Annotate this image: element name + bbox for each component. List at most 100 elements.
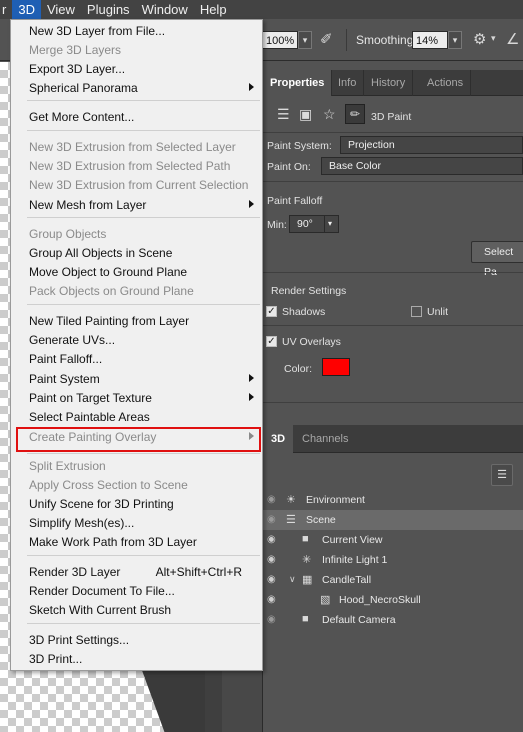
divider [263, 402, 523, 403]
divider [263, 272, 523, 273]
properties-tabs: Properties Info History Actions [263, 70, 523, 96]
tree-row-default-camera[interactable]: ◉ ■ Default Camera [263, 610, 523, 630]
tree-row-current-view[interactable]: ◉ ■ Current View [263, 530, 523, 550]
menubar-item-view[interactable]: View [41, 0, 81, 19]
menu-item-label: Paint Falloff... [29, 352, 103, 366]
menubar-item-help[interactable]: Help [194, 0, 233, 19]
flow-dropdown[interactable]: ▾ [298, 31, 312, 49]
menu-item-render-3d-layer[interactable]: Render 3D Layer Alt+Shift+Ctrl+R [11, 563, 262, 582]
unlit-label: Unlit [427, 306, 449, 318]
brush-icon[interactable]: ✏ [345, 104, 365, 124]
menu-item-generate-uvs[interactable]: Generate UVs... [11, 331, 262, 350]
tab-3d[interactable]: 3D [263, 425, 294, 453]
menubar-item-window[interactable]: Window [136, 0, 194, 19]
menu-item-label: New 3D Extrusion from Current Selection [29, 178, 249, 192]
tree-row-scene[interactable]: ◉ ☰ Scene [263, 510, 523, 530]
menu-item-label: Simplify Mesh(es)... [29, 516, 135, 530]
menu-item-simplify-meshes[interactable]: Simplify Mesh(es)... [11, 514, 262, 533]
menu-item-render-document-to-file[interactable]: Render Document To File... [11, 582, 262, 601]
visibility-eye-icon[interactable]: ◉ [267, 574, 276, 585]
threed-panel: 3D Channels ☰ ◉ ☀ Environment ◉ ☰ Scene … [263, 425, 523, 732]
tree-label: CandleTall [322, 574, 372, 586]
menu-item-label: 3D Print Settings... [29, 633, 130, 647]
visibility-eye-icon[interactable]: ◉ [267, 534, 276, 545]
menu-item-paint-falloff[interactable]: Paint Falloff... [11, 350, 262, 369]
camera-icon: ■ [302, 533, 309, 545]
menu-item-3d-print-settings[interactable]: 3D Print Settings... [11, 631, 262, 650]
menu-item-paint-system[interactable]: Paint System [11, 370, 262, 389]
menu-item-spherical-panorama[interactable]: Spherical Panorama [11, 79, 262, 98]
menu-item-export-3d-layer[interactable]: Export 3D Layer... [11, 60, 262, 79]
menu-item-new-3d-layer-from-file[interactable]: New 3D Layer from File... [11, 22, 262, 41]
submenu-arrow-icon [249, 83, 254, 91]
angle-icon[interactable]: ∠ [506, 30, 519, 48]
tab-info[interactable]: Info [331, 70, 365, 96]
smoothing-dropdown[interactable]: ▾ [448, 31, 462, 49]
chevron-down-icon[interactable]: ∨ [289, 574, 296, 585]
flow-zoom-field[interactable]: 100% [262, 31, 298, 49]
menu-item-label: Select Paintable Areas [29, 410, 150, 424]
menu-item-label: 3D Print... [29, 652, 83, 666]
divider [263, 181, 523, 182]
menu-item-new-mesh-from-layer[interactable]: New Mesh from Layer [11, 196, 262, 215]
min-field[interactable]: 90° [289, 215, 325, 233]
menu-item-sketch-with-current-brush[interactable]: Sketch With Current Brush [11, 601, 262, 620]
smoothing-field[interactable]: 14% [412, 31, 448, 49]
filter-scene-icon[interactable]: ☰ [491, 464, 513, 486]
menu-item-split-extrusion: Split Extrusion [11, 457, 262, 476]
menu-separator [27, 555, 260, 556]
tab-channels[interactable]: Channels [294, 425, 356, 453]
menu-item-label: Spherical Panorama [29, 81, 138, 95]
tab-properties[interactable]: Properties [263, 70, 333, 96]
paint-on-select[interactable]: Base Color [321, 157, 523, 175]
visibility-eye-icon[interactable]: ◉ [267, 594, 276, 605]
tree-row-hood-necroskull[interactable]: ◉ ▧ Hood_NecroSkull [263, 590, 523, 610]
shadows-checkbox[interactable]: ✓ [266, 306, 277, 317]
chevron-down-icon[interactable]: ▾ [491, 33, 496, 44]
menu-item-3d-print[interactable]: 3D Print... [11, 650, 262, 669]
tab-actions[interactable]: Actions [420, 70, 472, 96]
paint-system-label: Paint System: [267, 140, 332, 152]
tree-label: Scene [306, 514, 336, 526]
tree-row-environment[interactable]: ◉ ☀ Environment [263, 490, 523, 510]
properties-panel: Properties Info History Actions ☰ ▣ ☆ ✏ … [263, 62, 523, 425]
menu-item-extrusion-from-selected-layer: New 3D Extrusion from Selected Layer [11, 138, 262, 157]
unlit-checkbox[interactable] [411, 306, 422, 317]
menu-item-merge-3d-layers: Merge 3D Layers [11, 41, 262, 60]
menu-item-paint-on-target-texture[interactable]: Paint on Target Texture [11, 389, 262, 408]
tree-row-infinite-light[interactable]: ◉ ✳ Infinite Light 1 [263, 550, 523, 570]
menu-item-label: Export 3D Layer... [29, 62, 126, 76]
visibility-eye-icon[interactable]: ◉ [267, 514, 276, 525]
layers-toggle-icon[interactable]: ☰ [277, 106, 290, 123]
add-object-icon[interactable]: ▣ [299, 106, 312, 123]
visibility-eye-icon[interactable]: ◉ [267, 494, 276, 505]
menu-item-group-all-objects[interactable]: Group All Objects in Scene [11, 244, 262, 263]
menu-item-new-tiled-painting[interactable]: New Tiled Painting from Layer [11, 312, 262, 331]
menu-item-select-paintable-areas[interactable]: Select Paintable Areas [11, 408, 262, 427]
menu-item-move-to-ground-plane[interactable]: Move Object to Ground Plane [11, 263, 262, 282]
menubar-item-partial[interactable]: r [0, 0, 12, 19]
tree-row-candletall[interactable]: ◉ ∨ ▦ CandleTall [263, 570, 523, 590]
visibility-eye-icon[interactable]: ◉ [267, 554, 276, 565]
airbrush-icon[interactable]: ✐ [320, 30, 333, 48]
gear-icon[interactable]: ⚙ [473, 30, 486, 48]
scene-icon[interactable]: ☆ [323, 106, 336, 123]
render-settings-label: Render Settings [271, 285, 347, 297]
visibility-eye-icon[interactable]: ◉ [267, 614, 276, 625]
menu-item-unify-scene-3d-printing[interactable]: Unify Scene for 3D Printing [11, 495, 262, 514]
uv-overlays-checkbox[interactable]: ✓ [266, 336, 277, 347]
menu-item-get-more-content[interactable]: Get More Content... [11, 108, 262, 127]
mode-label: 3D Paint [371, 111, 412, 123]
tab-history[interactable]: History [364, 70, 414, 96]
tree-label: Default Camera [322, 614, 396, 626]
select-paintable-button[interactable]: Select Pa [471, 241, 523, 278]
menubar-item-3d[interactable]: 3D [12, 0, 41, 19]
shadows-label: Shadows [282, 306, 326, 318]
paint-system-select[interactable]: Projection [340, 136, 523, 154]
menubar-item-plugins[interactable]: Plugins [81, 0, 136, 19]
menu-item-make-work-path[interactable]: Make Work Path from 3D Layer [11, 533, 262, 552]
menu-item-label: Pack Objects on Ground Plane [29, 284, 194, 298]
overlay-color-swatch[interactable] [322, 358, 350, 376]
menu-separator [27, 304, 260, 305]
min-dropdown[interactable]: ▾ [324, 215, 339, 233]
